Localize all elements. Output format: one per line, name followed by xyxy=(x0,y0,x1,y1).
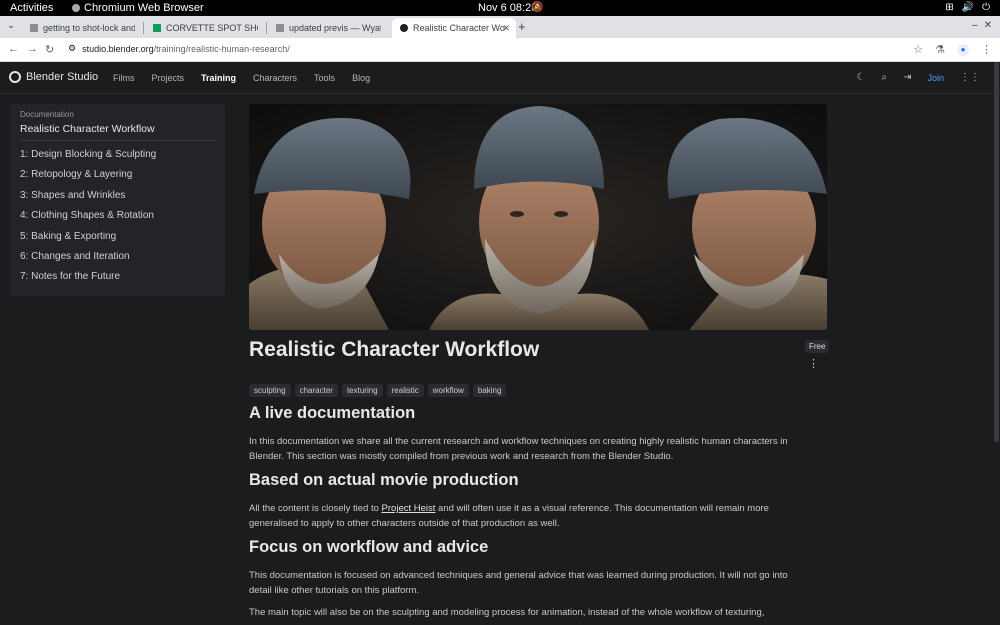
power-icon: ⏻ xyxy=(982,2,990,13)
clock[interactable]: Nov 6 08:28 xyxy=(478,2,537,14)
nav-characters[interactable]: Characters xyxy=(253,73,297,83)
section-heading: Based on actual movie production xyxy=(249,471,519,489)
join-button[interactable]: Join xyxy=(927,73,944,83)
tag[interactable]: realistic xyxy=(386,384,424,397)
sidebar-item-4[interactable]: 4: Clothing Shapes & Rotation xyxy=(20,210,215,221)
close-tab-icon[interactable]: ✕ xyxy=(502,23,510,34)
tab-label: Realistic Character Work xyxy=(413,23,505,33)
documentation-sidebar: Documentation Realistic Character Workfl… xyxy=(10,104,225,296)
forward-arrow-icon[interactable]: → xyxy=(27,43,38,55)
blender-logo-icon xyxy=(9,71,21,83)
login-icon[interactable]: ⇥ xyxy=(903,72,911,83)
page-scrollbar[interactable] xyxy=(994,62,999,442)
bookmark-star-icon[interactable]: ☆ xyxy=(913,43,923,56)
notifications-muted-icon: 🔕 xyxy=(531,2,544,13)
main-content: Realistic Character Workflow xyxy=(249,338,829,362)
sidebar-item-2[interactable]: 2: Retopology & Layering xyxy=(20,169,215,180)
labs-flask-icon[interactable]: ⚗ xyxy=(935,43,945,56)
back-arrow-icon[interactable]: ← xyxy=(8,43,19,55)
tag[interactable]: character xyxy=(294,384,338,397)
tab-1[interactable]: getting to shot-lock and xyxy=(22,18,146,38)
section-body: This documentation is focused on advance… xyxy=(249,570,788,596)
app-menu[interactable]: Chromium Web Browser xyxy=(72,2,204,14)
document-icon xyxy=(276,24,284,32)
window-controls: – ✕ xyxy=(972,20,992,31)
more-options-icon[interactable]: ⋮ xyxy=(808,357,819,370)
tab-label: CORVETTE SPOT SHOT L xyxy=(166,23,258,33)
tab-2[interactable]: CORVETTE SPOT SHOT L xyxy=(145,18,269,38)
sidebar-kicker: Documentation xyxy=(20,110,74,119)
site-nav: Films Projects Training Characters Tools… xyxy=(113,73,370,83)
brand-logo[interactable]: Blender Studio xyxy=(9,71,98,83)
brand-name: Blender Studio xyxy=(26,71,99,83)
volume-icon: 🔊 xyxy=(961,2,975,13)
site-info-icon[interactable]: ⚙ xyxy=(68,43,76,54)
tag[interactable]: baking xyxy=(472,384,507,397)
sheets-icon xyxy=(153,24,161,32)
sidebar-item-1[interactable]: 1: Design Blocking & Sculpting xyxy=(20,149,215,160)
nav-training[interactable]: Training xyxy=(201,73,236,83)
tab-label: getting to shot-lock and xyxy=(43,23,135,33)
close-window-icon[interactable]: ✕ xyxy=(984,20,992,31)
tab-4-active[interactable]: Realistic Character Work ✕ xyxy=(392,18,516,38)
section-body: The main topic will also be on the sculp… xyxy=(249,607,765,618)
sidebar-item-6[interactable]: 6: Changes and Iteration xyxy=(20,251,215,262)
tab-divider xyxy=(143,22,144,34)
sidebar-title[interactable]: Realistic Character Workflow xyxy=(20,123,215,141)
section-body: All the content is closely tied to Proje… xyxy=(249,501,809,531)
character-render-illustration xyxy=(249,104,827,330)
tag-list: sculpting character texturing realistic … xyxy=(249,384,507,397)
app-name: Chromium Web Browser xyxy=(84,2,204,14)
minimize-icon[interactable]: – xyxy=(972,20,978,31)
tab-3[interactable]: updated previs — Wyatt xyxy=(268,18,392,38)
system-tray[interactable]: ⊞ 🔊 ⏻ xyxy=(945,2,990,13)
reload-icon[interactable]: ↻ xyxy=(45,43,54,56)
system-top-bar: Activities Chromium Web Browser Nov 6 08… xyxy=(0,0,1000,16)
section-heading: A live documentation xyxy=(249,404,416,422)
toolbar-actions: ☆ ⚗ ● ⋮ xyxy=(913,43,992,56)
nav-tools[interactable]: Tools xyxy=(314,73,335,83)
blender-favicon-icon xyxy=(400,24,408,32)
browser-toolbar: ← → ↻ ⚙ studio.blender.org/training/real… xyxy=(0,38,1000,62)
project-heist-link[interactable]: Project Heist xyxy=(382,503,436,514)
section-heading: Focus on workflow and advice xyxy=(249,538,489,556)
nav-films[interactable]: Films xyxy=(113,73,135,83)
chromium-icon xyxy=(72,4,80,12)
url-host: studio.blender.org xyxy=(82,43,154,54)
tag[interactable]: sculpting xyxy=(249,384,291,397)
nav-projects[interactable]: Projects xyxy=(152,73,185,83)
tag[interactable]: texturing xyxy=(341,384,383,397)
hero-image xyxy=(249,104,827,330)
tag[interactable]: workflow xyxy=(427,384,469,397)
section-body: In this documentation we share all the c… xyxy=(249,436,788,462)
page-title: Realistic Character Workflow xyxy=(249,338,540,361)
tab-divider xyxy=(266,22,267,34)
tab-label: updated previs — Wyatt xyxy=(289,23,381,33)
theme-moon-icon[interactable]: ☾ xyxy=(857,72,866,83)
header-actions: ☾ ⌕ ⇥ Join ⋮⋮ xyxy=(857,72,980,83)
apps-grid-icon[interactable]: ⋮⋮ xyxy=(960,72,980,83)
tab-search-chevron-icon[interactable]: ⌄ xyxy=(4,20,18,34)
sidebar-item-5[interactable]: 5: Baking & Exporting xyxy=(20,231,215,242)
section-body-text: All the content is closely tied to xyxy=(249,503,382,514)
profile-avatar-icon[interactable]: ● xyxy=(957,43,969,56)
sidebar-item-3[interactable]: 3: Shapes and Wrinkles xyxy=(20,190,215,201)
site-header: Blender Studio Films Projects Training C… xyxy=(0,62,1000,94)
search-icon[interactable]: ⌕ xyxy=(881,72,887,83)
browser-menu-icon[interactable]: ⋮ xyxy=(981,43,992,56)
free-badge: Free xyxy=(805,340,830,353)
new-tab-button[interactable]: + xyxy=(518,19,526,34)
nav-blog[interactable]: Blog xyxy=(352,73,370,83)
url-path: /training/realistic-human-research/ xyxy=(153,43,290,54)
activities-button[interactable]: Activities xyxy=(10,2,53,14)
address-bar[interactable]: ⚙ studio.blender.org/training/realistic-… xyxy=(68,43,290,54)
network-icon: ⊞ xyxy=(945,2,954,13)
tab-strip: ⌄ getting to shot-lock and CORVETTE SPOT… xyxy=(0,16,1000,38)
document-icon xyxy=(30,24,38,32)
sidebar-item-7[interactable]: 7: Notes for the Future xyxy=(20,271,215,282)
